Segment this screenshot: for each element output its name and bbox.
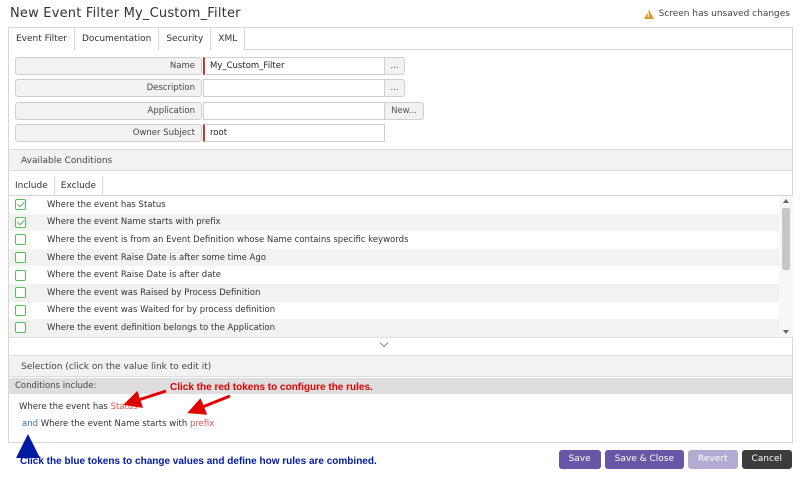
condition-row[interactable]: Where the event was Waited for by proces…: [9, 302, 779, 320]
save-close-button[interactable]: Save & Close: [604, 450, 685, 469]
condition-checkbox[interactable]: [15, 234, 26, 246]
description-browse-button[interactable]: ...: [384, 79, 405, 97]
selection-line-1-text: Where the event has: [19, 402, 111, 412]
scroll-up-icon[interactable]: [783, 199, 789, 203]
condition-row[interactable]: Where the event is from an Event Definit…: [9, 231, 779, 249]
scroll-down-icon[interactable]: [783, 330, 789, 334]
blue-annotation: Click the blue tokens to change values a…: [20, 456, 377, 467]
condition-label: Where the event was Waited for by proces…: [47, 305, 276, 316]
condition-label: Where the event Name starts with prefix: [47, 217, 221, 228]
name-field[interactable]: My_Custom_Filter: [203, 57, 385, 75]
subtab-exclude[interactable]: Exclude: [55, 176, 104, 196]
condition-row[interactable]: Where the event Name starts with prefix: [9, 213, 779, 232]
condition-checkbox[interactable]: [15, 322, 26, 334]
condition-row[interactable]: Where the event was Raised by Process De…: [9, 283, 779, 302]
condition-checkbox[interactable]: [15, 269, 26, 281]
revert-button[interactable]: Revert: [688, 450, 738, 469]
condition-checkbox[interactable]: [15, 252, 26, 264]
available-conditions-header: Available Conditions: [9, 149, 792, 171]
name-browse-button[interactable]: ...: [384, 57, 405, 75]
condition-row[interactable]: Where the event Raise Date is after date: [9, 266, 779, 284]
window-title: New Event Filter My_Custom_Filter: [10, 6, 241, 21]
condition-label: Where the event is from an Event Definit…: [47, 234, 409, 245]
selection-line-1: Where the event has Status: [19, 402, 138, 412]
tab-documentation[interactable]: Documentation: [74, 28, 160, 50]
and-token[interactable]: and: [22, 419, 38, 429]
condition-checkbox[interactable]: [15, 199, 26, 211]
editor-panel: Event Filter Documentation Security XML …: [8, 27, 793, 443]
condition-label: Where the event has Status: [47, 199, 166, 210]
collapse-toggle[interactable]: [9, 337, 792, 351]
selection-line-2: and Where the event Name starts with pre…: [22, 419, 214, 429]
tab-security[interactable]: Security: [159, 28, 212, 50]
unsaved-text: Screen has unsaved changes: [658, 9, 790, 19]
condition-label: Where the event was Raised by Process De…: [47, 287, 261, 298]
prefix-token[interactable]: prefix: [190, 419, 214, 429]
conditions-include-label: Conditions include:: [9, 378, 792, 394]
owner-field[interactable]: root: [203, 124, 385, 142]
cancel-button[interactable]: Cancel: [741, 450, 792, 469]
owner-label: Owner Subject: [15, 124, 202, 142]
main-tabs: Event Filter Documentation Security XML: [9, 28, 792, 50]
description-label: Description: [15, 79, 202, 97]
condition-label: Where the event Raise Date is after date: [47, 270, 221, 281]
application-new-button[interactable]: New...: [384, 102, 424, 120]
condition-checkbox[interactable]: [15, 216, 26, 228]
condition-label: Where the event Raise Date is after some…: [47, 252, 266, 263]
application-field[interactable]: [203, 102, 385, 120]
condition-subtabs: Include Exclude: [9, 176, 792, 196]
save-button[interactable]: Save: [558, 450, 601, 469]
conditions-scrollbar[interactable]: [779, 196, 793, 337]
selection-header: Selection (click on the value link to ed…: [9, 355, 792, 377]
unsaved-notice: Screen has unsaved changes: [643, 9, 790, 19]
status-token[interactable]: Status: [111, 402, 138, 412]
selection-line-2-text: Where the event Name starts with: [38, 419, 190, 429]
tab-event-filter[interactable]: Event Filter: [9, 28, 75, 50]
subtab-include[interactable]: Include: [9, 176, 55, 196]
condition-row[interactable]: Where the event definition belongs to th…: [9, 319, 779, 337]
condition-label: Where the event definition belongs to th…: [47, 322, 276, 333]
condition-checkbox[interactable]: [15, 304, 26, 316]
condition-row[interactable]: Where the event Raise Date is after some…: [9, 248, 779, 267]
owner-row: Owner Subject root: [15, 124, 385, 142]
red-annotation: Click the red tokens to configure the ru…: [170, 382, 373, 393]
application-row: Application New...: [15, 102, 424, 120]
action-buttons: Save Save & Close Revert Cancel: [558, 450, 792, 469]
description-field[interactable]: [203, 79, 385, 97]
description-row: Description ...: [15, 79, 405, 97]
scroll-thumb[interactable]: [782, 208, 790, 270]
chevron-down-icon[interactable]: [379, 338, 389, 348]
condition-row[interactable]: Where the event has Status: [9, 196, 779, 214]
name-label: Name: [15, 57, 202, 75]
conditions-list: Where the event has Status Where the eve…: [9, 196, 779, 337]
tab-xml[interactable]: XML: [211, 28, 246, 50]
name-row: Name My_Custom_Filter ...: [15, 57, 405, 75]
warning-icon: [643, 9, 654, 19]
condition-checkbox[interactable]: [15, 287, 26, 299]
application-label: Application: [15, 102, 202, 120]
